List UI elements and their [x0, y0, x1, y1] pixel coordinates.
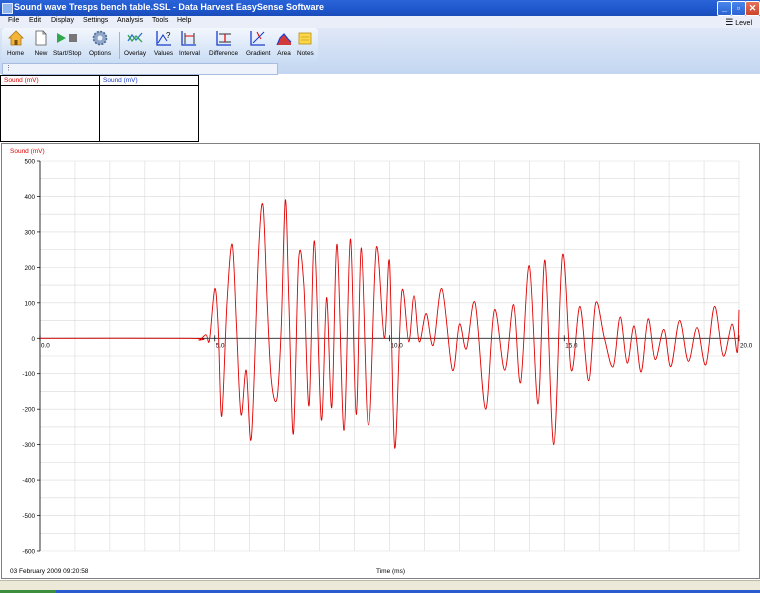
interval-label: Interval	[179, 50, 200, 57]
sub-toolbar: ⋮	[2, 63, 278, 75]
y-tick-label: 200	[24, 265, 35, 272]
options-label: Options	[89, 50, 112, 57]
y-tick-label: -200	[22, 407, 35, 414]
x-axis-title: Time (ms)	[376, 568, 405, 575]
toolbar-separator	[119, 32, 120, 59]
y-tick-label: 500	[24, 159, 35, 166]
overlay-label: Overlay	[124, 50, 147, 57]
x-tick-label: 20.0	[740, 342, 753, 349]
home-label: Home	[7, 50, 25, 57]
new-file-icon	[35, 30, 47, 46]
values-column-2: Sound (mV)	[100, 76, 198, 141]
area-icon	[276, 33, 292, 46]
menu-settings[interactable]: Settings	[83, 17, 108, 24]
x-tick-label: 5.0	[216, 342, 225, 349]
y-tick-label: -400	[22, 478, 35, 485]
y-tick-label: 300	[24, 229, 35, 236]
home-icon	[7, 30, 24, 46]
values-icon: ?	[155, 31, 171, 46]
area-label: Area	[277, 50, 291, 57]
options-button[interactable]: Options	[89, 30, 111, 57]
y-tick-label: -600	[22, 549, 35, 556]
overlay-button[interactable]: Overlay	[124, 30, 146, 57]
menu-edit[interactable]: Edit	[29, 17, 41, 24]
title-bar: Sound wave Tresps bench table.SSL - Data…	[0, 0, 760, 16]
y-tick-label: 0	[31, 336, 35, 343]
graph-panel[interactable]: 500 400 300 200 100 0 -100 -200 -300 -400 -500 -600…	[1, 143, 760, 579]
interval-button[interactable]: Interval	[179, 30, 200, 57]
sound-chart[interactable]: 500 400 300 200 100 0 -100 -200 -300 -400 -500 -600…	[2, 144, 759, 578]
y-tick-label: 100	[24, 300, 35, 307]
new-button[interactable]: New	[33, 30, 49, 57]
x-tick-label: 10.0	[391, 342, 404, 349]
menu-help[interactable]: Help	[177, 17, 191, 24]
minimize-button[interactable]: _	[717, 1, 732, 16]
notes-icon	[298, 32, 312, 45]
menu-lines-icon: ☰	[725, 17, 734, 27]
level-button[interactable]: ☰ Level	[725, 17, 752, 28]
level-label: Level	[735, 20, 752, 27]
close-button[interactable]: ✕	[745, 1, 760, 16]
recording-date: 03 February 2009 09:20:58	[10, 568, 89, 575]
values-column-1: Sound (mV)	[1, 76, 100, 141]
x-tick-label: 15.0	[565, 342, 578, 349]
menu-file[interactable]: File	[8, 17, 19, 24]
overlay-icon	[127, 32, 143, 43]
gear-icon	[92, 30, 108, 46]
gradient-button[interactable]: Gradient	[246, 30, 271, 57]
values-table: Sound (mV) Sound (mV)	[0, 75, 199, 142]
play-stop-icon	[57, 33, 78, 43]
new-label: New	[34, 50, 48, 57]
notes-button[interactable]: Notes	[297, 30, 314, 57]
menu-bar: File Edit Display Settings Analysis Tool…	[0, 16, 760, 28]
window-title: Sound wave Tresps bench table.SSL - Data…	[14, 2, 324, 12]
values-button[interactable]: ? Values	[154, 30, 173, 57]
svg-text:?: ?	[166, 31, 171, 40]
difference-label: Difference	[209, 50, 239, 57]
values-column-1-header: Sound (mV)	[1, 76, 99, 86]
maximize-button[interactable]: ▫	[731, 1, 746, 16]
app-icon	[2, 3, 13, 14]
area-button[interactable]: Area	[276, 30, 292, 57]
difference-icon	[215, 31, 231, 46]
interval-icon	[181, 31, 197, 46]
y-tick-label: -100	[22, 371, 35, 378]
menu-tools[interactable]: Tools	[152, 17, 168, 24]
x-tick-label: 0.0	[41, 342, 50, 349]
values-label: Values	[154, 50, 174, 57]
menu-analysis[interactable]: Analysis	[117, 17, 143, 24]
gradient-icon	[250, 31, 266, 46]
start-stop-label: Start/Stop	[53, 50, 82, 57]
y-axis-title: Sound (mV)	[10, 148, 45, 155]
gradient-label: Gradient	[246, 50, 271, 57]
home-button[interactable]: Home	[7, 30, 24, 57]
toolbar: Home New Start/Stop Options Overlay ? Va…	[2, 28, 318, 63]
notes-label: Notes	[297, 50, 314, 57]
y-tick-label: -300	[22, 442, 35, 449]
y-tick-label: 400	[24, 194, 35, 201]
grip-icon[interactable]: ⋮	[5, 64, 12, 72]
difference-button[interactable]: Difference	[209, 30, 238, 57]
y-tick-label: -500	[22, 513, 35, 520]
start-stop-button[interactable]: Start/Stop	[53, 30, 81, 57]
status-bar	[0, 580, 760, 593]
values-column-2-header: Sound (mV)	[100, 76, 198, 86]
menu-display[interactable]: Display	[51, 17, 74, 24]
